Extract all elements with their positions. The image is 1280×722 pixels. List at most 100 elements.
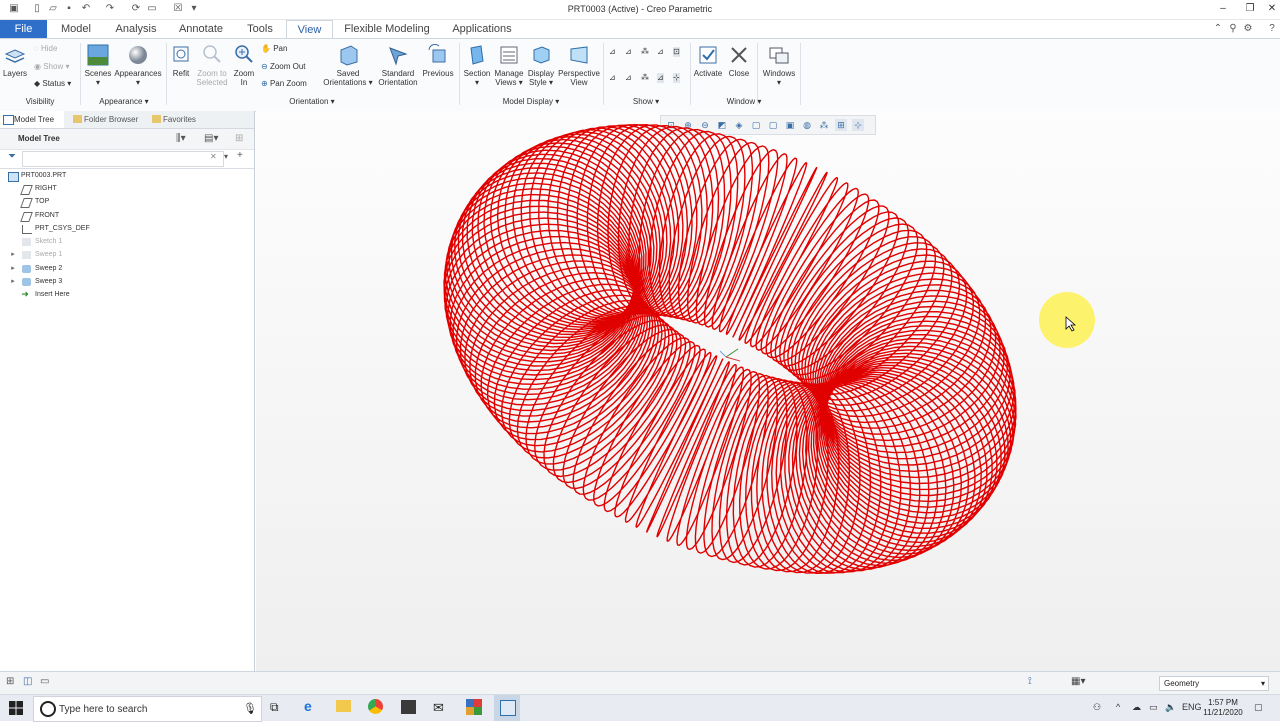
group-orientation-label[interactable]: Orientation ▾ xyxy=(270,97,354,106)
activate-button[interactable]: Activate xyxy=(692,44,724,78)
tab-flexible-modeling[interactable]: Flexible Modeling xyxy=(340,20,434,38)
graphics-window[interactable]: ⊡ ⊕ ⊖ ◩ ◈ ▢ ▢ ▣ ◍ ⁂ ⊞ ⊹ xyxy=(256,111,1280,671)
tab-favorites[interactable]: Favorites xyxy=(149,111,215,128)
navigator-toggle-icon[interactable]: ⊞ xyxy=(6,676,14,687)
settings-icon[interactable]: ⚙ xyxy=(1242,23,1254,35)
minimize-ribbon-icon[interactable]: ⌃ xyxy=(1212,23,1224,35)
standard-orientation-button[interactable]: Standard Orientation xyxy=(378,44,418,87)
filter-input[interactable] xyxy=(22,151,224,167)
saved-orientations-button[interactable]: Saved Orientations ▾ xyxy=(320,44,376,87)
show-button[interactable]: ◉ Show ▾ xyxy=(34,62,69,72)
language-indicator[interactable]: ENG xyxy=(1182,702,1202,712)
tray-chevron-icon[interactable]: ^ xyxy=(1116,702,1120,712)
add-filter-icon[interactable]: + xyxy=(237,150,243,161)
expand-icon[interactable]: ▸ xyxy=(9,275,17,288)
taskbar-clock[interactable]: 1:57 PM 11/21/2020 xyxy=(1200,698,1246,718)
csys-tag-icon[interactable]: ⊿ xyxy=(657,73,664,83)
browser-toggle-icon[interactable]: ◫ xyxy=(23,676,32,687)
tree-item-right[interactable]: RIGHT xyxy=(0,182,250,195)
status-button[interactable]: ◆ Status ▾ xyxy=(34,79,71,89)
tab-model[interactable]: Model xyxy=(54,20,98,38)
clear-filter-icon[interactable]: ✕ xyxy=(210,152,217,161)
people-icon[interactable]: ⚇ xyxy=(1093,702,1101,713)
appearances-button[interactable]: Appearances ▾ xyxy=(114,44,162,87)
torus-spring-model[interactable] xyxy=(256,111,1280,671)
taskbar-search-box[interactable]: Type here to search 🎙 xyxy=(33,696,262,722)
tree-item-sweep-3[interactable]: ▸ Sweep 3 xyxy=(0,275,250,288)
tree-item-front[interactable]: FRONT xyxy=(0,209,250,222)
plane-display-icon[interactable]: ⊿ xyxy=(609,47,616,57)
refit-button[interactable]: Refit xyxy=(170,44,192,78)
mail-icon[interactable]: ✉ xyxy=(433,700,444,716)
battery-icon[interactable]: ▭ xyxy=(1149,702,1158,713)
tab-tools[interactable]: Tools xyxy=(240,20,280,38)
onedrive-icon[interactable]: ☁ xyxy=(1132,702,1141,713)
pan-zoom-button[interactable]: ⊕ Pan Zoom xyxy=(261,79,307,89)
close-button[interactable]: ✕ xyxy=(1262,2,1280,16)
layers-button[interactable]: Layers xyxy=(2,46,28,78)
group-appearance-label[interactable]: Appearance ▾ xyxy=(92,97,156,106)
selection-filter-dropdown[interactable]: Geometry ▾ xyxy=(1159,676,1269,691)
tab-model-tree[interactable]: Model Tree xyxy=(0,111,64,128)
store-icon[interactable] xyxy=(401,700,416,714)
full-screen-icon[interactable]: ▭ xyxy=(40,676,49,687)
windows-button[interactable]: Windows ▾ xyxy=(760,44,798,87)
point-tag-icon[interactable]: ⁂ xyxy=(641,73,649,83)
show-options-icon[interactable]: ▤▾ xyxy=(204,133,218,144)
group-show-label[interactable]: Show ▾ xyxy=(620,97,672,106)
plane-tag-icon[interactable]: ⊿ xyxy=(609,73,616,83)
zoom-in-button[interactable]: Zoom In xyxy=(232,44,256,87)
chrome-icon[interactable] xyxy=(368,699,383,714)
expand-icon[interactable]: ▸ xyxy=(9,262,17,275)
tree-columns-icon[interactable]: ⊞ xyxy=(235,133,243,144)
tab-analysis[interactable]: Analysis xyxy=(110,20,162,38)
tab-folder-browser[interactable]: Folder Browser xyxy=(70,111,154,128)
group-window-label[interactable]: Window ▾ xyxy=(716,97,772,106)
tree-settings-icon[interactable]: ⫼▾ xyxy=(176,133,186,144)
select-mode-icon[interactable]: ▦▾ xyxy=(1071,676,1085,687)
annotation-display-icon[interactable]: ⊡ xyxy=(673,47,680,57)
task-view-icon[interactable]: ⧉ xyxy=(270,700,279,715)
minimize-button[interactable]: – xyxy=(1213,2,1233,16)
find-icon[interactable]: ⟟ xyxy=(1028,676,1032,687)
search-icon[interactable]: ⚲ xyxy=(1227,23,1239,35)
tree-item-insert-here[interactable]: ➜ Insert Here xyxy=(0,288,250,301)
windows-start-icon[interactable] xyxy=(8,700,24,716)
tree-item-top[interactable]: TOP xyxy=(0,195,250,208)
scenes-button[interactable]: Scenes ▾ xyxy=(84,44,112,87)
group-model-display-label[interactable]: Model Display ▾ xyxy=(494,97,568,106)
csys-display-icon[interactable]: ⊿ xyxy=(657,47,664,57)
hide-button[interactable]: ◌ Hide xyxy=(34,44,57,54)
zoom-to-selected-button[interactable]: Zoom to Selected xyxy=(194,44,230,87)
help-icon[interactable]: ? xyxy=(1266,23,1278,35)
creo-window-icon[interactable] xyxy=(500,700,516,716)
file-explorer-icon[interactable] xyxy=(336,700,351,712)
point-display-icon[interactable]: ⁂ xyxy=(641,47,649,57)
notifications-icon[interactable]: ▢ xyxy=(1254,702,1263,713)
axis-tag-icon[interactable]: ⊿ xyxy=(625,73,632,83)
pan-button[interactable]: ✋ Pan xyxy=(261,44,287,54)
previous-button[interactable]: Previous xyxy=(420,44,456,78)
tab-file[interactable]: File xyxy=(0,20,47,38)
section-button[interactable]: Section ▾ xyxy=(462,44,492,87)
manage-views-button[interactable]: Manage Views ▾ xyxy=(493,44,525,87)
creo-app-icon[interactable] xyxy=(466,699,482,715)
tree-item-csys[interactable]: PRT_CSYS_DEF xyxy=(0,222,250,235)
expand-icon[interactable]: ▸ xyxy=(9,248,17,261)
axis-display-icon[interactable]: ⊿ xyxy=(625,47,632,57)
tree-item-sweep-1[interactable]: ▸ Sweep 1 xyxy=(0,248,250,261)
zoom-out-button[interactable]: ⊖ Zoom Out xyxy=(261,62,306,72)
display-style-button[interactable]: Display Style ▾ xyxy=(526,44,556,87)
tab-view[interactable]: View xyxy=(286,20,333,39)
microphone-icon[interactable]: 🎙 xyxy=(243,702,257,715)
volume-icon[interactable]: 🔈 xyxy=(1165,702,1176,713)
restore-button[interactable]: ❐ xyxy=(1240,2,1260,16)
tab-annotate[interactable]: Annotate xyxy=(173,20,229,38)
filter-icon[interactable]: ⏷ xyxy=(8,151,16,162)
close-window-button[interactable]: Close xyxy=(726,44,752,78)
tab-applications[interactable]: Applications xyxy=(446,20,518,38)
edge-browser-icon[interactable]: e xyxy=(304,698,312,714)
filter-dropdown-icon[interactable]: ▾ xyxy=(224,152,228,161)
perspective-view-button[interactable]: Perspective View xyxy=(558,44,600,87)
tree-item-sketch[interactable]: Sketch 1 xyxy=(0,235,250,248)
